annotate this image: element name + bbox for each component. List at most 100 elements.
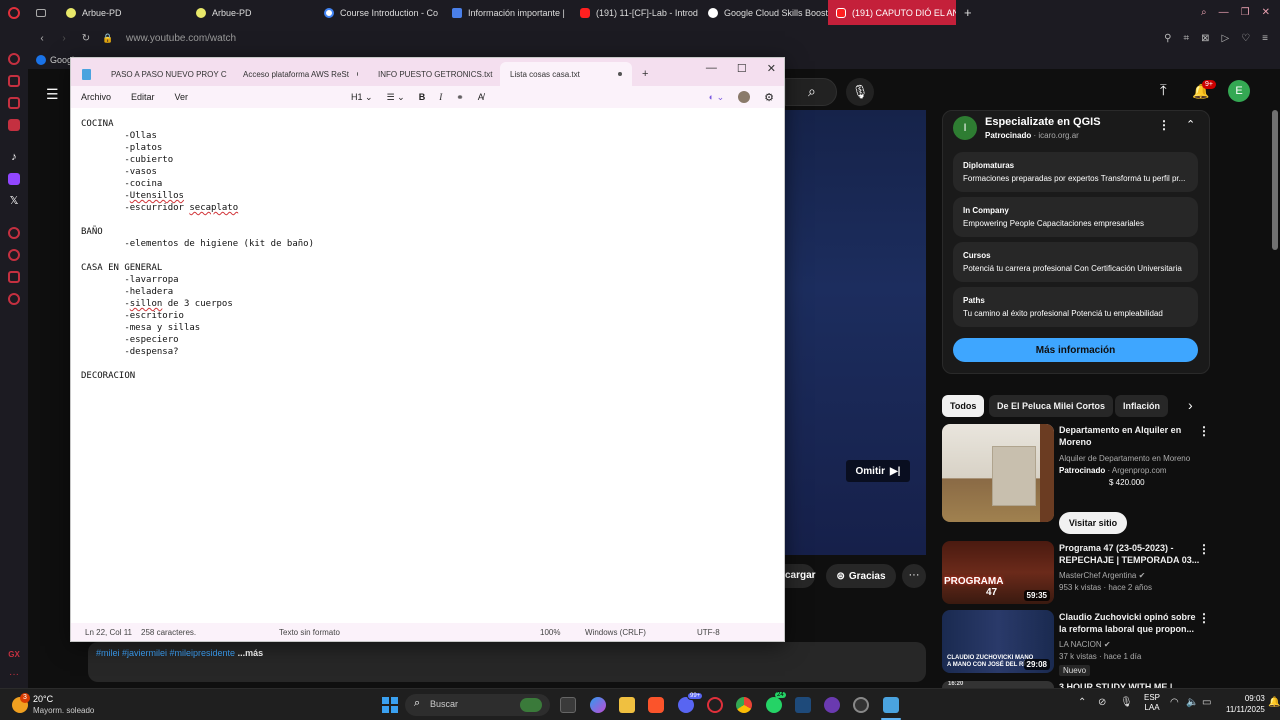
play-icon[interactable]: ▷ <box>1221 33 1229 44</box>
messenger-icon[interactable] <box>8 97 20 109</box>
maximize-icon[interactable]: ❐ <box>1241 7 1250 18</box>
line-ending[interactable]: Windows (CRLF) <box>585 628 646 637</box>
browser-tab[interactable]: Información importante | <box>444 0 572 25</box>
italic-icon[interactable]: I <box>439 92 442 102</box>
brave-icon[interactable] <box>648 697 664 713</box>
kebab-menu-icon[interactable]: ⋮ <box>1198 542 1210 556</box>
notepad-taskbar-icon[interactable] <box>883 697 899 713</box>
history-icon[interactable] <box>8 249 20 261</box>
chip-inflacion[interactable]: Inflación <box>1115 395 1169 417</box>
notepad-tab[interactable]: Acceso plataforma AWS ReSt <box>233 62 368 86</box>
pin-icon[interactable]: ⚲ <box>1164 33 1171 44</box>
ad-sitelink[interactable]: Paths Tu camino al éxito profesional Pot… <box>953 287 1198 327</box>
close-icon[interactable]: ✕ <box>1262 7 1270 18</box>
battery-icon[interactable]: ▭ <box>1202 697 1211 708</box>
list-dropdown[interactable]: ☰ ⌄ <box>387 92 405 103</box>
search-icon[interactable]: ⌕ <box>1201 7 1207 18</box>
microphone-icon[interactable]: 🎙 <box>846 78 874 106</box>
clear-format-icon[interactable]: A̸ <box>478 92 484 102</box>
minimize-icon[interactable]: — <box>706 62 717 75</box>
new-tab-button[interactable]: + <box>956 0 976 25</box>
zoom-level[interactable]: 100% <box>540 628 560 637</box>
video-player[interactable] <box>785 110 926 555</box>
vpn-icon[interactable]: ⊠ <box>1201 33 1209 44</box>
url-field[interactable]: www.youtube.com/watch <box>126 33 236 44</box>
menu-file[interactable]: Archivo <box>71 92 121 102</box>
network-off-icon[interactable]: ⊘ <box>1098 697 1106 708</box>
video-title[interactable]: Departamento en Alquiler en Moreno <box>1059 424 1181 448</box>
forward-icon[interactable]: › <box>56 33 72 44</box>
app-icon[interactable] <box>824 697 840 713</box>
kebab-menu-icon[interactable]: ⋮ <box>1198 424 1210 438</box>
video-title[interactable]: Claudio Zuchovicki opinó sobre la reforma… <box>1059 611 1196 635</box>
music-icon[interactable] <box>8 227 20 239</box>
ad-sitelink[interactable]: Cursos Potenciá tu carrera profesional C… <box>953 242 1198 282</box>
upload-icon[interactable]: ⤒ <box>1160 82 1167 99</box>
format-status[interactable]: Texto sin formato <box>279 628 340 637</box>
video-title[interactable]: 3 HOUR STUDY WITH ME | <box>1059 681 1172 688</box>
weather-temp[interactable]: 20°C <box>33 694 53 704</box>
windows-start-icon[interactable] <box>382 697 398 713</box>
chip-peluca[interactable]: De El Peluca Milei Cortos <box>989 395 1114 417</box>
browser-tab[interactable]: Google Cloud Skills Boost <box>700 0 828 25</box>
language-indicator[interactable]: ESP LAA <box>1144 693 1160 713</box>
heading-dropdown[interactable]: H1 ⌄ <box>351 92 373 103</box>
chip-all[interactable]: Todos <box>942 395 985 417</box>
browser-tab[interactable]: Course Introduction - Co <box>316 0 444 25</box>
settings-icon[interactable] <box>8 293 20 305</box>
gx-icon[interactable]: GX <box>8 649 20 661</box>
kebab-menu-icon[interactable]: ⋮ <box>1198 611 1210 625</box>
minimize-icon[interactable]: — <box>1219 7 1229 18</box>
chrome-icon[interactable] <box>736 697 752 713</box>
menu-lines-icon[interactable]: ≡ <box>1262 33 1268 44</box>
browser-tab[interactable]: Arbue-PD <box>58 0 188 25</box>
tray-overflow-icon[interactable]: ⌃ <box>1078 697 1086 708</box>
crypto-wallet-icon[interactable] <box>8 75 20 87</box>
collapse-icon[interactable]: ⌃ <box>1186 118 1195 131</box>
aria-icon[interactable] <box>8 53 20 65</box>
thanks-button[interactable]: ⊜ Gracias <box>826 564 896 588</box>
back-icon[interactable]: ‹ <box>34 33 50 44</box>
settings-gear-icon[interactable]: ⚙ <box>764 91 774 104</box>
visit-site-button[interactable]: Visitar sitio <box>1059 512 1127 534</box>
volume-icon[interactable]: 🔈 <box>1186 697 1198 708</box>
taskbar-search[interactable]: ⌕ Buscar <box>405 694 550 716</box>
obs-icon[interactable] <box>853 697 869 713</box>
reload-icon[interactable]: ↻ <box>78 33 94 44</box>
bold-icon[interactable]: B <box>419 92 426 102</box>
file-explorer-icon[interactable] <box>619 697 635 713</box>
ad-title[interactable]: Especializate en QGIS <box>985 116 1101 128</box>
download-button[interactable]: cargar <box>785 564 816 588</box>
more-actions-icon[interactable]: ··· <box>902 564 926 588</box>
more-icon[interactable]: ··· <box>8 669 20 681</box>
snapshot-icon[interactable]: ⌗ <box>1183 33 1189 44</box>
skip-ad-button[interactable]: Omitir ▶| <box>846 460 910 482</box>
menu-view[interactable]: Ver <box>165 92 199 102</box>
video-thumbnail[interactable] <box>942 424 1054 522</box>
heart-icon[interactable]: ♡ <box>1241 33 1250 44</box>
opera-icon[interactable] <box>707 697 723 713</box>
notification-bell-icon[interactable]: 🔔 <box>1268 697 1280 708</box>
copilot-icon[interactable] <box>590 697 606 713</box>
notepad-tab[interactable]: INFO PUESTO GETRONICS.txt <box>368 62 500 86</box>
kebab-menu-icon[interactable]: ⋮ <box>1158 118 1170 132</box>
notepad-new-tab-button[interactable]: + <box>632 62 658 86</box>
x-icon[interactable]: 𝕏 <box>8 195 20 207</box>
browser-tab-active[interactable]: (191) CAPUTO DIÓ EL ANU <box>828 0 956 25</box>
search-button[interactable]: ⌕ <box>785 78 837 106</box>
copilot-icon[interactable]: ◐ ⌄ <box>709 92 724 103</box>
browser-tab[interactable]: (191) 11-[CF]-Lab - Introd <box>572 0 700 25</box>
opera-logo-icon[interactable] <box>0 0 28 25</box>
clock[interactable]: 09:03 11/11/2025 <box>1226 693 1265 715</box>
close-icon[interactable]: ✕ <box>767 62 776 75</box>
wifi-icon[interactable]: ◠ <box>1170 697 1179 708</box>
notepad-tab[interactable]: PASO A PASO NUEVO PROY C <box>101 62 233 86</box>
unsaved-dot-icon[interactable] <box>618 72 622 76</box>
instagram-icon[interactable] <box>8 119 20 131</box>
send-icon[interactable] <box>8 271 20 283</box>
link-icon[interactable]: ⚭ <box>456 92 464 103</box>
notepad-tab-active[interactable]: Lista cosas casa.txt <box>500 62 632 86</box>
hamburger-menu-icon[interactable]: ☰ <box>46 86 59 103</box>
account-avatar-icon[interactable] <box>738 91 751 103</box>
whatsapp-icon[interactable] <box>766 697 782 713</box>
